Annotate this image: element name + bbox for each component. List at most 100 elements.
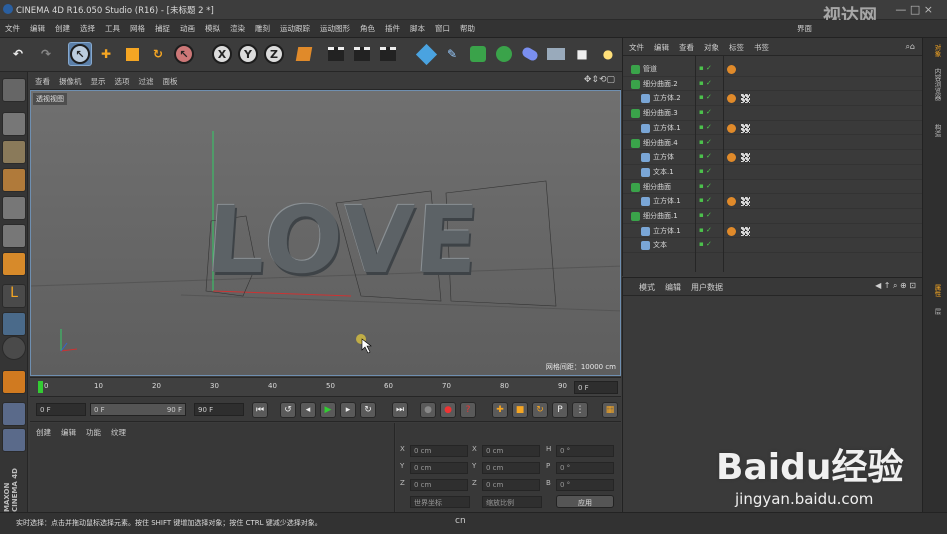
- coord-system-icon[interactable]: [292, 42, 316, 66]
- prev-frame-icon[interactable]: ◂: [300, 402, 316, 418]
- object-name[interactable]: 细分曲面.4: [643, 138, 678, 148]
- object-name[interactable]: 立方体.1: [653, 123, 681, 133]
- object-row[interactable]: 文本.1 ▪ ✓: [623, 165, 923, 180]
- undo-icon[interactable]: ↶: [6, 42, 30, 66]
- object-name[interactable]: 细分曲面.2: [643, 79, 678, 89]
- menu-item-simulate[interactable]: 模拟: [200, 20, 225, 34]
- magnet-icon[interactable]: [2, 370, 26, 394]
- phong-tag-icon[interactable]: [727, 94, 736, 104]
- object-row[interactable]: 立方体.1 ▪ ✓: [623, 224, 923, 239]
- rotation-field[interactable]: 0 °: [556, 462, 614, 474]
- attr-menu-mode[interactable]: 模式: [623, 278, 659, 293]
- next-key-icon[interactable]: ↻: [360, 402, 376, 418]
- x-axis-icon[interactable]: X: [210, 42, 234, 66]
- make-editable-icon[interactable]: [2, 78, 26, 102]
- size-field[interactable]: 0 cm: [482, 479, 540, 491]
- texture-tag-icon[interactable]: [741, 197, 750, 207]
- obj-menu-tags[interactable]: 标签: [723, 38, 748, 53]
- apply-button[interactable]: 应用: [556, 495, 614, 508]
- menu-item-animate[interactable]: 动画: [175, 20, 200, 34]
- visibility-check-icon[interactable]: ▪ ✓: [699, 226, 712, 234]
- obj-menu-objects[interactable]: 对象: [698, 38, 723, 53]
- spline-pen-icon[interactable]: ✎: [440, 42, 464, 66]
- perspective-viewport[interactable]: 透视视图 + LOVE 网格间距：10000 cm: [30, 90, 621, 376]
- obj-menu-edit[interactable]: 编辑: [648, 38, 673, 53]
- menu-item-character[interactable]: 角色: [355, 20, 380, 34]
- visibility-check-icon[interactable]: ▪ ✓: [699, 182, 712, 190]
- camera-icon[interactable]: ■: [570, 42, 594, 66]
- menu-item-create[interactable]: 创建: [50, 20, 75, 34]
- attr-menu-edit[interactable]: 编辑: [659, 278, 685, 293]
- rotate-tool-icon[interactable]: ↻: [146, 42, 170, 66]
- object-row[interactable]: 细分曲面.3 ▪ ✓: [623, 106, 923, 121]
- render-view-icon[interactable]: [324, 42, 348, 66]
- object-name[interactable]: 立方体.1: [653, 226, 681, 236]
- scale-mode-dropdown[interactable]: 缩放比例: [482, 496, 542, 508]
- light-icon[interactable]: ●: [596, 42, 620, 66]
- vp-menu-view[interactable]: 查看: [30, 72, 54, 87]
- floor-icon[interactable]: [544, 42, 568, 66]
- polygons-mode-icon[interactable]: [2, 252, 26, 276]
- vp-menu-panel[interactable]: 面板: [158, 72, 182, 87]
- object-row[interactable]: 立方体.1 ▪ ✓: [623, 121, 923, 136]
- vp-menu-display[interactable]: 显示: [86, 72, 110, 87]
- texture-tag-icon[interactable]: [741, 123, 750, 133]
- menu-item-render[interactable]: 渲染: [225, 20, 250, 34]
- mat-menu-edit[interactable]: 编辑: [55, 423, 80, 438]
- start-frame-field[interactable]: 0 F: [36, 403, 86, 416]
- position-field[interactable]: 0 cm: [410, 462, 468, 474]
- object-name[interactable]: 细分曲面: [643, 182, 671, 192]
- tweak-mode-icon[interactable]: [2, 312, 26, 336]
- visibility-check-icon[interactable]: ▪ ✓: [699, 167, 712, 175]
- phong-tag-icon[interactable]: [727, 65, 736, 74]
- tab-attributes[interactable]: 属性: [928, 284, 942, 297]
- array-icon[interactable]: [492, 42, 516, 66]
- key-rotation-icon[interactable]: ↻: [532, 402, 548, 418]
- menu-item-tools[interactable]: 工具: [100, 20, 125, 34]
- object-row[interactable]: 细分曲面.1 ▪ ✓: [623, 209, 923, 224]
- viewport-nav-icons[interactable]: ✥⇕⟲▢: [584, 75, 615, 85]
- menu-item-select[interactable]: 选择: [75, 20, 100, 34]
- move-tool-icon[interactable]: ✚: [94, 42, 118, 66]
- scale-tool-icon[interactable]: [120, 42, 144, 66]
- live-select-icon[interactable]: ↖: [172, 42, 196, 66]
- object-name[interactable]: 立方体.1: [653, 196, 681, 206]
- menu-item-script[interactable]: 脚本: [405, 20, 430, 34]
- texture-tag-icon[interactable]: [741, 153, 750, 163]
- mat-menu-create[interactable]: 创建: [30, 423, 55, 438]
- visibility-check-icon[interactable]: ▪ ✓: [699, 123, 712, 131]
- timeline-ruler[interactable]: 0 10 20 30 40 50 60 70 80 90 0 F: [30, 377, 621, 397]
- object-row[interactable]: 文本 ▪ ✓: [623, 238, 923, 254]
- object-name[interactable]: 立方体.2: [653, 93, 681, 103]
- phong-tag-icon[interactable]: [727, 153, 736, 163]
- subdivision-icon[interactable]: [466, 42, 490, 66]
- end-frame-field[interactable]: 90 F: [194, 403, 244, 416]
- go-to-end-icon[interactable]: ⏭: [392, 402, 408, 418]
- rotation-field[interactable]: 0 °: [556, 445, 614, 457]
- key-position-icon[interactable]: ✚: [492, 402, 508, 418]
- deformer-icon[interactable]: [518, 42, 542, 66]
- visibility-check-icon[interactable]: ▪ ✓: [699, 108, 712, 116]
- autokey-icon[interactable]: ●: [440, 402, 456, 418]
- size-field[interactable]: 0 cm: [482, 462, 540, 474]
- edges-mode-icon[interactable]: [2, 224, 26, 248]
- y-axis-icon[interactable]: Y: [236, 42, 260, 66]
- menu-item-file[interactable]: 文件: [0, 20, 25, 34]
- visibility-check-icon[interactable]: ▪ ✓: [699, 211, 712, 219]
- menu-item-tracking[interactable]: 运动跟踪: [275, 20, 315, 34]
- current-frame-field[interactable]: 0 F: [574, 381, 618, 394]
- coord-system-dropdown[interactable]: 世界坐标: [410, 496, 470, 508]
- timeline-playhead[interactable]: [38, 381, 43, 393]
- grid-toggle-icon[interactable]: [2, 402, 26, 426]
- texture-tag-icon[interactable]: [741, 226, 750, 236]
- object-row[interactable]: 细分曲面 ▪ ✓: [623, 180, 923, 195]
- phong-tag-icon[interactable]: [727, 197, 736, 207]
- size-field[interactable]: 0 cm: [482, 445, 540, 457]
- texture-mode-icon[interactable]: [2, 140, 26, 164]
- menu-item-help[interactable]: 帮助: [455, 20, 480, 34]
- position-field[interactable]: 0 cm: [410, 479, 468, 491]
- tab-objects[interactable]: 对象: [928, 44, 942, 57]
- go-to-start-icon[interactable]: ⏮: [252, 402, 268, 418]
- obj-menu-bookmarks[interactable]: 书签: [748, 38, 773, 53]
- mat-menu-function[interactable]: 功能: [80, 423, 105, 438]
